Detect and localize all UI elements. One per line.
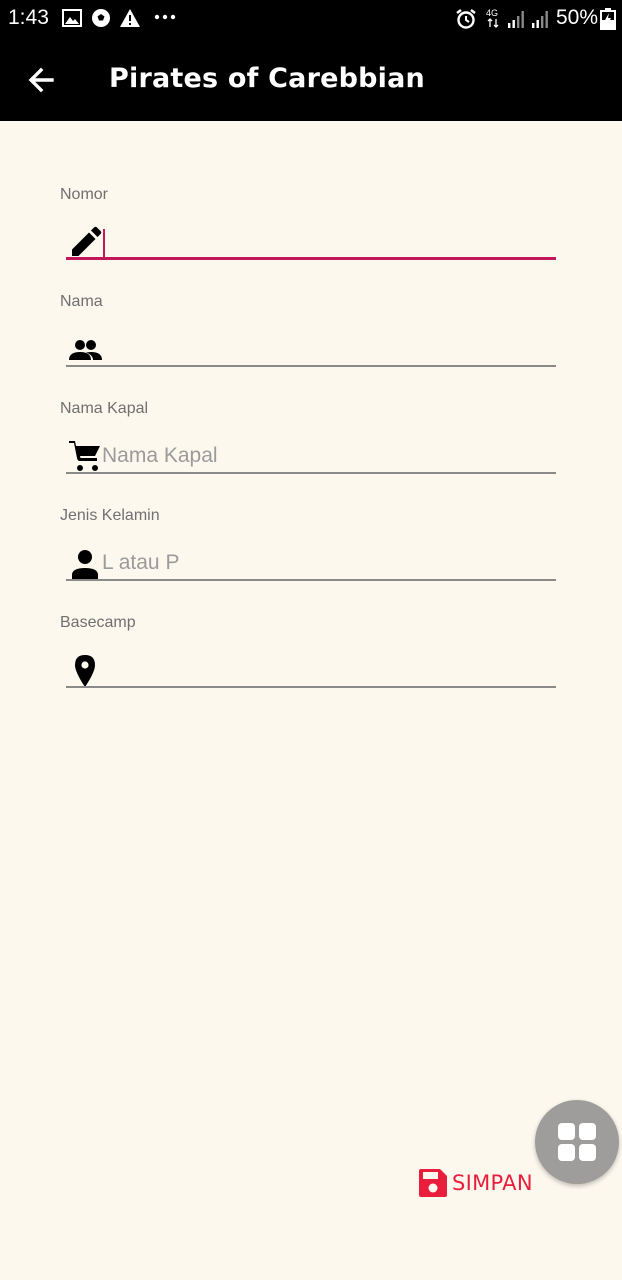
battery-percentage: 50% bbox=[556, 6, 599, 29]
signal-icon bbox=[532, 11, 548, 28]
page-title: Pirates of Carebbian bbox=[109, 63, 425, 94]
network-4g-icon: 4G bbox=[486, 8, 499, 28]
arrow-back-icon bbox=[28, 67, 54, 93]
soccer-ball-icon bbox=[92, 9, 110, 27]
nomor-field: Nomor bbox=[60, 186, 556, 286]
nomor-label: Nomor bbox=[60, 186, 109, 203]
image-icon bbox=[62, 9, 82, 27]
more-dots-icon bbox=[154, 14, 176, 20]
app-bar: Pirates of Carebbian bbox=[0, 38, 622, 121]
nama-underline bbox=[66, 365, 556, 367]
basecamp-label: Basecamp bbox=[60, 614, 136, 631]
save-icon bbox=[419, 1169, 447, 1197]
menu-fab[interactable] bbox=[535, 1100, 619, 1184]
warning-icon bbox=[120, 9, 140, 27]
person-icon bbox=[72, 550, 98, 579]
jenis-kelamin-field: Jenis Kelamin bbox=[60, 507, 556, 607]
location-pin-icon bbox=[75, 655, 95, 687]
cart-icon bbox=[69, 441, 100, 471]
app-screen: 1:43 4G 50% Pirates of Carebbian Nomor N… bbox=[0, 0, 622, 1280]
signal-icon bbox=[508, 11, 524, 28]
back-button[interactable] bbox=[24, 62, 60, 98]
basecamp-underline bbox=[66, 686, 556, 688]
nomor-underline bbox=[66, 257, 556, 260]
status-time: 1:43 bbox=[8, 6, 49, 29]
nama-field: Nama bbox=[60, 293, 556, 393]
jenis-kelamin-label: Jenis Kelamin bbox=[60, 507, 160, 524]
jenis-kelamin-underline bbox=[66, 579, 556, 581]
save-button[interactable]: SIMPAN bbox=[418, 1166, 533, 1200]
svg-text:4G: 4G bbox=[486, 8, 498, 18]
pencil-icon bbox=[72, 226, 102, 256]
basecamp-field: Basecamp bbox=[60, 614, 556, 714]
text-cursor bbox=[103, 229, 105, 257]
nama-label: Nama bbox=[60, 293, 103, 310]
save-label: SIMPAN bbox=[452, 1171, 533, 1195]
nama-kapal-field: Nama Kapal bbox=[60, 400, 556, 500]
people-icon bbox=[69, 340, 102, 360]
battery-icon bbox=[600, 8, 616, 30]
alarm-icon bbox=[456, 9, 476, 29]
nama-kapal-underline bbox=[66, 472, 556, 474]
grid-icon bbox=[558, 1123, 596, 1161]
nama-kapal-label: Nama Kapal bbox=[60, 400, 149, 417]
status-bar: 1:43 4G 50% bbox=[0, 0, 622, 38]
